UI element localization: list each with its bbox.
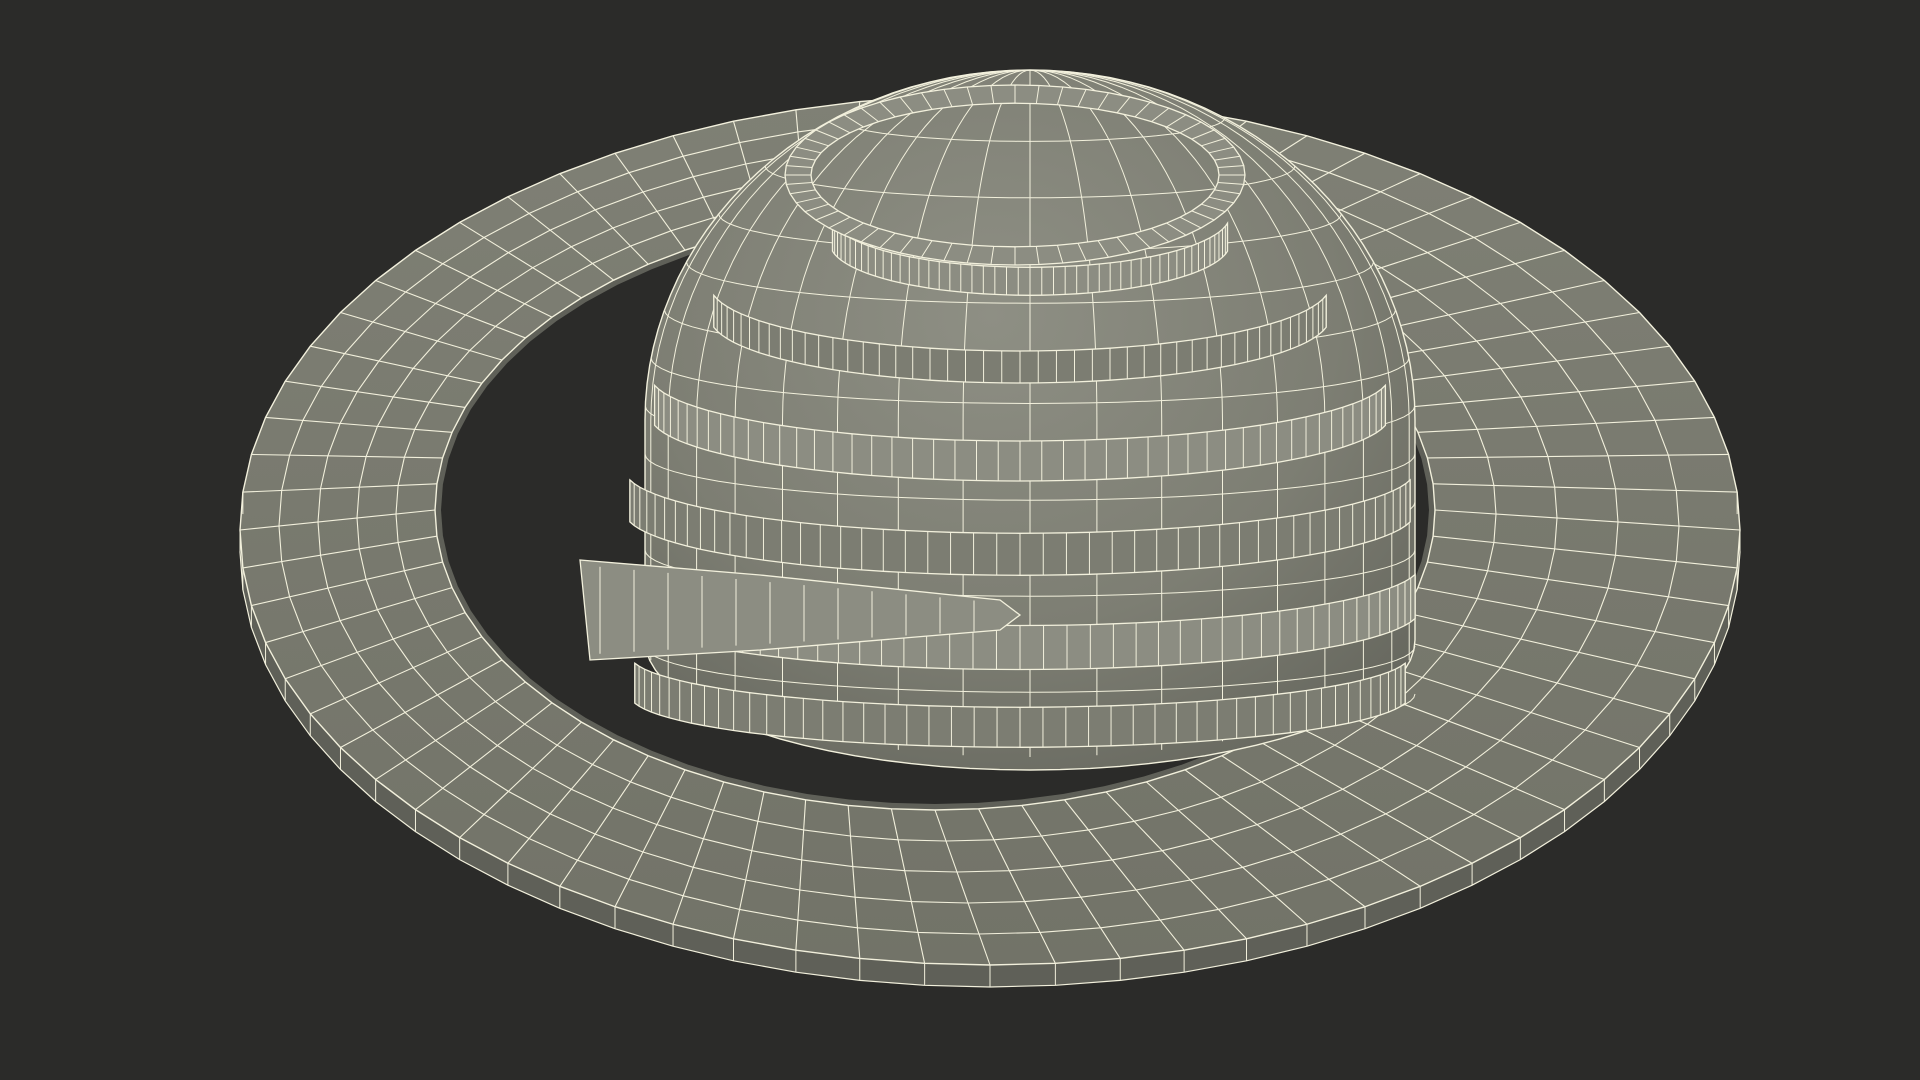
wireframe-render	[0, 0, 1920, 1080]
render-viewport	[0, 0, 1920, 1080]
